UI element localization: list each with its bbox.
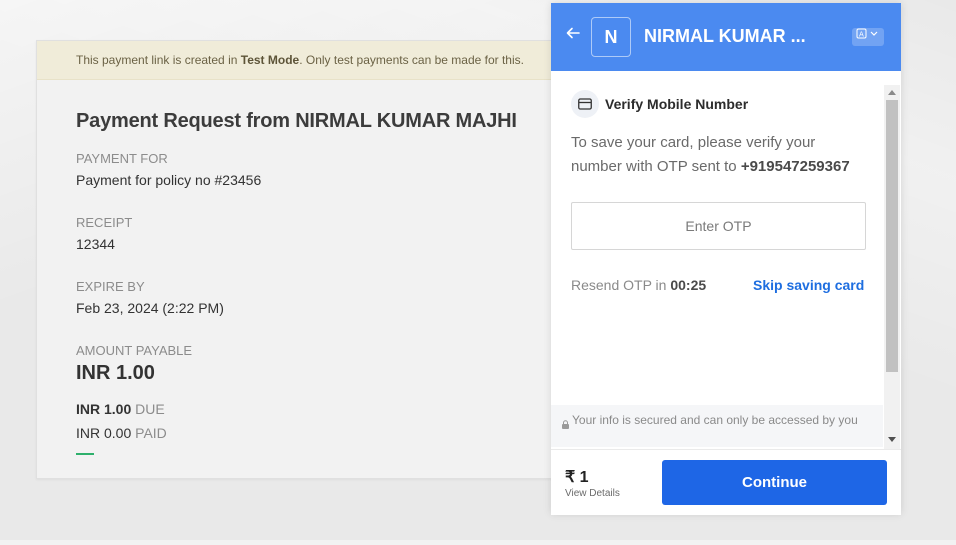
resend-otp-text: Resend OTP in 00:25 bbox=[571, 277, 706, 293]
paid-amount: INR 0.00 bbox=[76, 425, 132, 441]
paid-line: INR 0.00 PAID bbox=[76, 425, 577, 441]
paid-progress-bar bbox=[76, 453, 94, 455]
phone-number: +919547259367 bbox=[740, 158, 850, 175]
verify-title: Verify Mobile Number bbox=[605, 96, 749, 112]
view-details-link[interactable]: View Details bbox=[565, 488, 620, 499]
verify-header: Verify Mobile Number bbox=[571, 90, 748, 118]
receipt-value: 12344 bbox=[76, 236, 115, 252]
payment-details: Payment Request from NIRMAL KUMAR MAJHI … bbox=[37, 80, 577, 455]
test-mode-banner: This payment link is created in Test Mod… bbox=[37, 41, 577, 80]
test-banner-prefix: This payment link is created in bbox=[76, 53, 241, 67]
merchant-name: NIRMAL KUMAR ... bbox=[644, 26, 806, 46]
lock-icon bbox=[562, 420, 569, 429]
continue-button[interactable]: Continue bbox=[662, 460, 887, 505]
skip-saving-card-link[interactable]: Skip saving card bbox=[753, 277, 864, 293]
verify-instructions: To save your card, please verify your nu… bbox=[571, 131, 861, 179]
due-label: DUE bbox=[135, 401, 165, 417]
scroll-up-icon[interactable] bbox=[888, 90, 896, 95]
checkout-footer: ₹ 1 View Details Continue bbox=[551, 449, 901, 515]
resend-label: Resend OTP in bbox=[571, 277, 671, 293]
due-line: INR 1.00 DUE bbox=[76, 401, 577, 417]
resend-timer: 00:25 bbox=[670, 277, 707, 293]
payment-for-label: PAYMENT FOR bbox=[76, 151, 168, 166]
checkout-scrollbar[interactable] bbox=[884, 85, 900, 449]
expire-by-value: Feb 23, 2024 (2:22 PM) bbox=[76, 300, 224, 316]
arrow-left-icon[interactable] bbox=[565, 25, 583, 45]
amount-payable-value: INR 1.00 bbox=[76, 362, 155, 384]
due-amount: INR 1.00 bbox=[76, 401, 132, 417]
receipt-label: RECEIPT bbox=[76, 215, 133, 230]
checkout-modal: N NIRMAL KUMAR ... A Verify Mobile Numbe… bbox=[551, 3, 901, 515]
svg-text:A: A bbox=[859, 31, 864, 39]
page-bottom-strip bbox=[0, 540, 956, 545]
test-banner-suffix: . Only test payments can be made for thi… bbox=[299, 53, 524, 67]
translate-icon[interactable]: A bbox=[852, 28, 884, 46]
payment-for-value: Payment for policy no #23456 bbox=[76, 172, 262, 188]
test-banner-mode: Test Mode bbox=[240, 53, 300, 67]
scrollbar-thumb[interactable] bbox=[886, 100, 898, 372]
otp-input[interactable] bbox=[571, 202, 866, 250]
amount-payable-label: AMOUNT PAYABLE bbox=[76, 343, 193, 358]
checkout-body: Verify Mobile Number To save your card, … bbox=[551, 71, 901, 451]
scroll-down-icon[interactable] bbox=[888, 437, 896, 442]
credit-card-icon bbox=[571, 90, 599, 118]
paid-label: PAID bbox=[135, 425, 167, 441]
secure-note-text: Your info is secured and can only be acc… bbox=[572, 413, 858, 427]
payment-request-card: This payment link is created in Test Mod… bbox=[36, 40, 578, 479]
merchant-logo: N bbox=[591, 17, 631, 57]
checkout-header: N NIRMAL KUMAR ... A bbox=[551, 3, 901, 71]
secure-note: Your info is secured and can only be acc… bbox=[551, 405, 883, 447]
payment-request-title: Payment Request from NIRMAL KUMAR MAJHI bbox=[76, 110, 517, 132]
expire-by-label: EXPIRE BY bbox=[76, 279, 145, 294]
total-amount: ₹ 1 bbox=[565, 469, 589, 486]
